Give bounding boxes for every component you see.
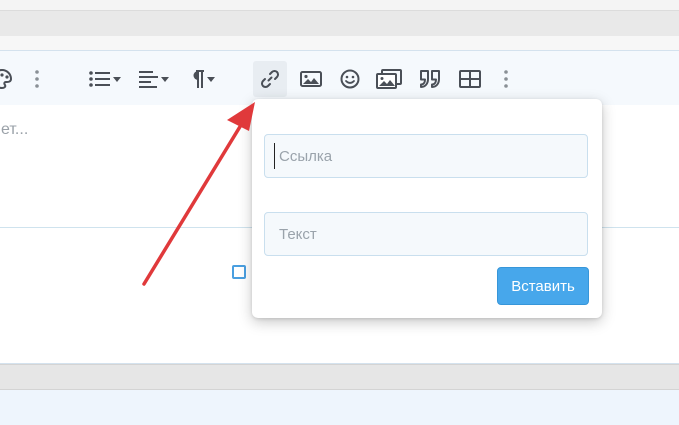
smiley-icon[interactable] <box>337 63 363 95</box>
more-vertical-icon[interactable] <box>31 63 43 95</box>
link-text-input[interactable]: Текст <box>264 212 588 256</box>
palette-icon[interactable] <box>0 63 15 95</box>
insert-button[interactable]: Вставить <box>497 267 589 305</box>
chevron-down-icon <box>113 76 121 82</box>
media-gallery-icon[interactable] <box>374 63 404 95</box>
mid-band <box>0 36 679 50</box>
link-insert-popup: Ссылка Текст Вставить <box>252 99 602 318</box>
align-icon[interactable] <box>136 63 172 95</box>
text-cursor <box>274 143 275 169</box>
top-band-light <box>0 0 679 10</box>
quote-icon[interactable] <box>416 63 444 95</box>
list-icon[interactable] <box>87 63 123 95</box>
link-text-placeholder: Текст <box>279 225 317 243</box>
more-vertical-icon[interactable] <box>500 63 512 95</box>
table-icon[interactable] <box>457 63 483 95</box>
checkbox[interactable] <box>232 265 246 279</box>
link-url-placeholder: Ссылка <box>279 147 333 165</box>
paragraph-icon[interactable] <box>184 63 220 95</box>
chevron-down-icon <box>161 76 169 82</box>
chevron-down-icon <box>207 76 215 82</box>
link-url-input[interactable]: Ссылка <box>264 134 588 178</box>
link-icon[interactable] <box>253 61 287 97</box>
footer-band <box>0 390 679 425</box>
image-icon[interactable] <box>297 63 325 95</box>
editor-placeholder: ет... <box>1 121 29 138</box>
editor-toolbar <box>0 51 679 105</box>
top-band <box>0 10 679 37</box>
bottom-band <box>0 364 679 390</box>
